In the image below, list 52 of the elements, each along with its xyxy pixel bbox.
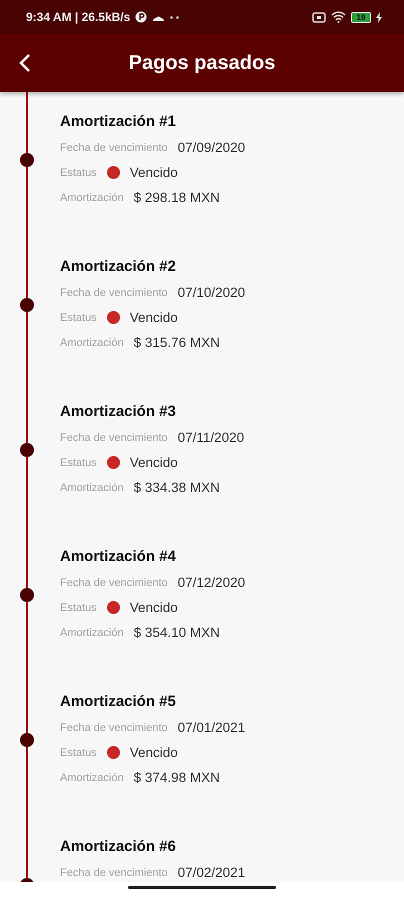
status-label: Estatus <box>60 456 97 468</box>
timeline-node <box>20 298 34 312</box>
battery-icon: 19 <box>351 12 371 22</box>
back-chevron-icon <box>19 53 31 73</box>
payment-title: Amortización #3 <box>60 402 176 422</box>
amount-value: $ 315.76 MXN <box>134 335 220 350</box>
app-notification-icon <box>135 11 148 23</box>
status-value: Vencido <box>130 165 178 180</box>
status-value: Vencido <box>130 455 178 470</box>
due-date-label: Fecha de vencimiento <box>60 286 168 298</box>
due-date-label: Fecha de vencimiento <box>60 576 168 588</box>
due-date: 07/12/2020 <box>178 575 246 590</box>
amount-value: $ 374.98 MXN <box>134 770 220 785</box>
timeline-node <box>20 733 34 747</box>
status-label: Estatus <box>60 746 97 758</box>
status-label: Estatus <box>60 312 97 324</box>
status-time: 9:34 AM | 26.5kB/s <box>26 10 130 24</box>
wifi-icon <box>331 11 346 23</box>
amount-label: Amortización <box>60 482 124 494</box>
sim-card-icon <box>312 12 326 22</box>
due-date: 07/01/2021 <box>178 720 246 735</box>
amount-label: Amortización <box>60 772 124 784</box>
due-date: 07/11/2020 <box>178 430 244 445</box>
due-date-label: Fecha de vencimiento <box>60 432 168 444</box>
due-date-label: Fecha de vencimiento <box>60 866 168 878</box>
status-value: Vencido <box>130 745 178 760</box>
amount-value: $ 354.10 MXN <box>134 625 220 640</box>
timeline-node <box>20 588 34 602</box>
status-label: Estatus <box>60 602 97 614</box>
status-value: Vencido <box>130 310 178 325</box>
due-date: 07/10/2020 <box>178 285 246 300</box>
amount-value: $ 298.18 MXN <box>134 190 220 205</box>
status-value: Vencido <box>130 600 178 615</box>
timeline-node <box>20 443 34 457</box>
due-date-label: Fecha de vencimiento <box>60 722 168 734</box>
payment-title: Amortización #1 <box>60 112 176 132</box>
due-date: 07/02/2021 <box>178 865 246 880</box>
status-label: Estatus <box>60 166 97 178</box>
payment-title: Amortización #2 <box>60 257 176 277</box>
payment-title: Amortización #5 <box>60 692 176 712</box>
charging-icon <box>376 12 382 22</box>
due-date-label: Fecha de vencimiento <box>60 142 168 154</box>
amount-value: $ 334.38 MXN <box>134 480 220 495</box>
amount-label: Amortización <box>60 336 124 348</box>
due-date: 07/09/2020 <box>178 140 246 155</box>
payment-title: Amortización #4 <box>60 547 176 567</box>
amount-label: Amortización <box>60 192 124 204</box>
payment-title: Amortización #6 <box>60 837 176 857</box>
timeline-node <box>20 153 34 167</box>
amount-label: Amortización <box>60 626 124 638</box>
more-dots-icon <box>170 16 180 18</box>
screen-title: Pagos pasados <box>128 52 276 74</box>
